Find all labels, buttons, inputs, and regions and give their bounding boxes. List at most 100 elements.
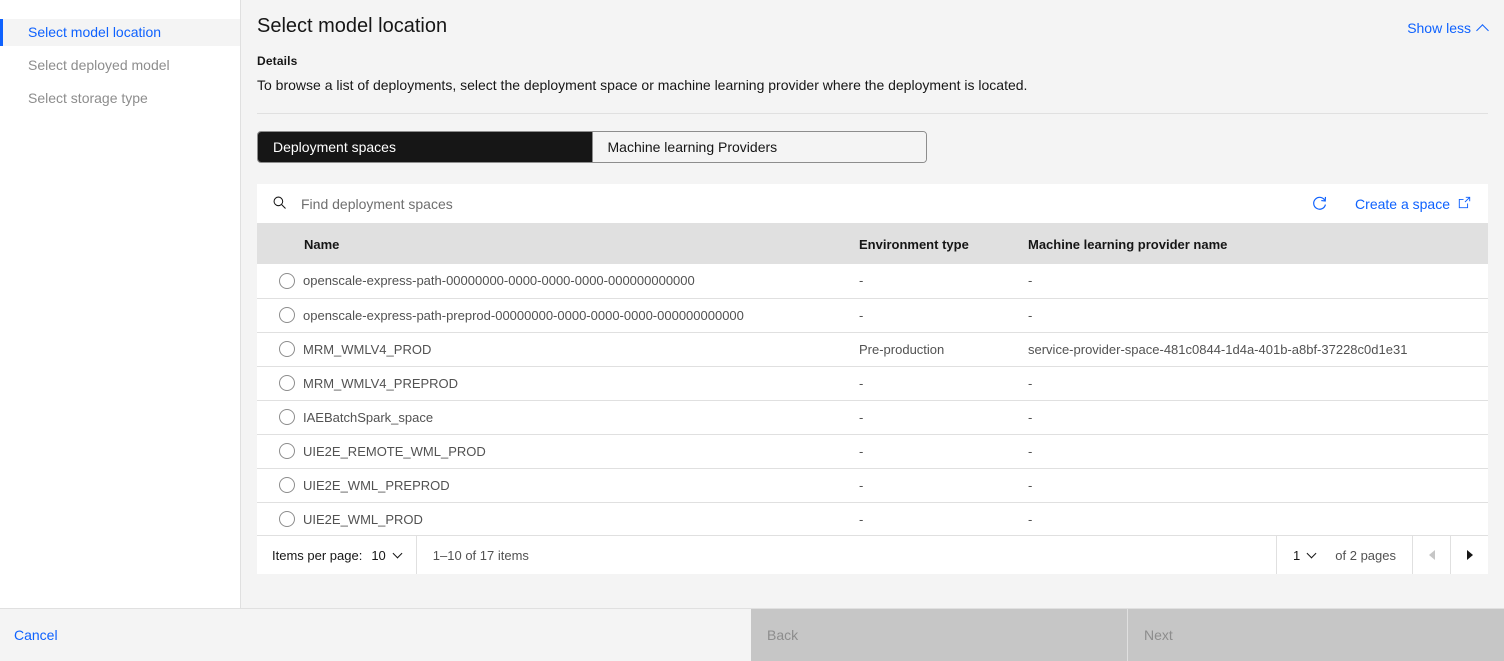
cell-provider-name: - — [1028, 307, 1033, 323]
radio-button[interactable] — [279, 341, 295, 357]
deployment-spaces-table: Create a space — [257, 184, 1488, 574]
sidebar-item-label: Select storage type — [28, 90, 148, 106]
row-select-cell — [257, 502, 303, 535]
cell-name: UIE2E_REMOTE_WML_PROD — [303, 443, 486, 459]
search-icon — [272, 195, 287, 213]
cancel-button[interactable]: Cancel — [0, 609, 751, 661]
col-environment-type: Environment type — [859, 236, 969, 252]
items-per-page-label: Items per page: — [272, 547, 363, 563]
pagination-range: 1–10 of 17 items — [432, 547, 529, 563]
sidebar-item-label: Select deployed model — [28, 57, 170, 73]
next-label: Next — [1144, 627, 1173, 643]
back-label: Back — [767, 627, 799, 643]
tab-machine-learning-providers[interactable]: Machine learning Providers — [591, 132, 926, 162]
items-per-page-select[interactable]: 10 — [371, 547, 403, 563]
search-container — [257, 184, 1310, 223]
create-space-link[interactable]: Create a space — [1355, 196, 1471, 212]
cell-name: openscale-express-path-00000000-0000-000… — [303, 273, 695, 289]
row-select-cell — [257, 468, 303, 502]
external-link-icon — [1458, 196, 1471, 212]
back-button: Back — [751, 609, 1128, 661]
total-pages-label: of 2 pages — [1335, 547, 1396, 563]
row-select-cell — [257, 366, 303, 400]
chevron-down-icon — [392, 548, 403, 558]
table-row[interactable]: UIE2E_REMOTE_WML_PROD - - — [257, 434, 1488, 468]
sidebar-item-select-storage-type[interactable]: Select storage type — [0, 85, 240, 112]
chevron-up-icon — [1476, 23, 1489, 37]
sidebar-item-select-deployed-model[interactable]: Select deployed model — [0, 52, 240, 79]
pagination-right: 1 of 2 pages — [1276, 536, 1488, 574]
radio-button[interactable] — [279, 272, 295, 289]
section-divider — [257, 113, 1488, 114]
page-number-group: 1 of 2 pages — [1276, 536, 1412, 574]
cell-name: UIE2E_WML_PREPROD — [303, 477, 450, 493]
search-input[interactable] — [301, 195, 721, 212]
radio-button[interactable] — [279, 477, 295, 493]
refresh-icon[interactable] — [1310, 195, 1328, 213]
table-scroll-region[interactable]: Name Environment type Machine learning p… — [257, 224, 1488, 535]
main-content: Select model location Show less Details … — [241, 0, 1504, 608]
sidebar-item-label: Select model location — [28, 24, 162, 40]
cell-provider-name: service-provider-space-481c0844-1d4a-401… — [1028, 341, 1408, 357]
radio-button[interactable] — [279, 409, 295, 425]
table-row[interactable]: IAEBatchSpark_space - - — [257, 400, 1488, 434]
wizard-footer: Cancel Back Next — [0, 608, 1504, 661]
page-number-value: 1 — [1293, 547, 1301, 563]
cell-provider-name: - — [1028, 511, 1033, 527]
caret-left-icon — [1428, 550, 1435, 560]
cell-environment-type: - — [859, 375, 864, 391]
cancel-label: Cancel — [14, 627, 58, 643]
row-select-cell — [257, 434, 303, 468]
sidebar-item-select-model-location[interactable]: Select model location — [0, 19, 240, 46]
table-pagination: Items per page: 10 1–10 of 17 items 1 of… — [257, 535, 1488, 574]
row-select-cell — [257, 400, 303, 434]
table-head: Name Environment type Machine learning p… — [257, 224, 1488, 264]
model-location-wizard: Select model location Select deployed mo… — [0, 0, 1504, 661]
table-toolbar: Create a space — [257, 184, 1488, 224]
cell-environment-type: - — [859, 477, 864, 493]
col-name: Name — [304, 236, 340, 252]
radio-button[interactable] — [279, 443, 295, 459]
next-button: Next — [1128, 609, 1504, 661]
table-row[interactable]: MRM_WMLV4_PREPROD - - — [257, 366, 1488, 400]
table-row[interactable]: openscale-express-path-00000000-0000-000… — [257, 264, 1488, 298]
cell-name: MRM_WMLV4_PROD — [303, 341, 432, 357]
tab-deployment-spaces[interactable]: Deployment spaces — [258, 132, 592, 162]
cell-provider-name: - — [1028, 273, 1033, 289]
page-header: Select model location Show less — [257, 0, 1489, 40]
table-header-row: Name Environment type Machine learning p… — [257, 224, 1488, 264]
create-space-label: Create a space — [1355, 195, 1450, 212]
table-row[interactable]: MRM_WMLV4_PROD Pre-production service-pr… — [257, 332, 1488, 366]
table-row[interactable]: UIE2E_WML_PREPROD - - — [257, 468, 1488, 502]
wizard-sidebar: Select model location Select deployed mo… — [0, 0, 241, 608]
page-number-select[interactable]: 1 — [1293, 547, 1317, 563]
show-less-label: Show less — [1407, 20, 1471, 36]
items-per-page-value: 10 — [371, 547, 386, 563]
content-switcher: Deployment spaces Machine learning Provi… — [257, 131, 927, 163]
cell-provider-name: - — [1028, 443, 1033, 459]
pagination-left: Items per page: 10 1–10 of 17 items — [257, 536, 529, 574]
table-row[interactable]: UIE2E_WML_PROD - - — [257, 502, 1488, 535]
cell-environment-type: - — [859, 409, 864, 425]
cell-provider-name: - — [1028, 409, 1033, 425]
previous-page-button — [1412, 536, 1450, 574]
caret-right-icon — [1466, 550, 1473, 560]
radio-button[interactable] — [279, 307, 295, 323]
cell-environment-type: - — [859, 273, 864, 289]
cell-environment-type: - — [859, 511, 864, 527]
table-body: openscale-express-path-00000000-0000-000… — [257, 264, 1488, 535]
cell-name: MRM_WMLV4_PREPROD — [303, 375, 459, 391]
show-less-button[interactable]: Show less — [1407, 20, 1489, 37]
items-per-page-group: Items per page: 10 — [257, 536, 417, 574]
cell-environment-type: - — [859, 307, 864, 323]
radio-button[interactable] — [279, 511, 295, 527]
radio-button[interactable] — [279, 375, 295, 391]
tab-label: Machine learning Providers — [607, 139, 778, 155]
chevron-down-icon — [1306, 548, 1317, 558]
next-page-button[interactable] — [1450, 536, 1488, 574]
page-title: Select model location — [257, 15, 448, 37]
spaces-table: Name Environment type Machine learning p… — [257, 224, 1488, 535]
cell-name: IAEBatchSpark_space — [303, 409, 434, 425]
col-select — [257, 224, 303, 264]
table-row[interactable]: openscale-express-path-preprod-00000000-… — [257, 298, 1488, 332]
